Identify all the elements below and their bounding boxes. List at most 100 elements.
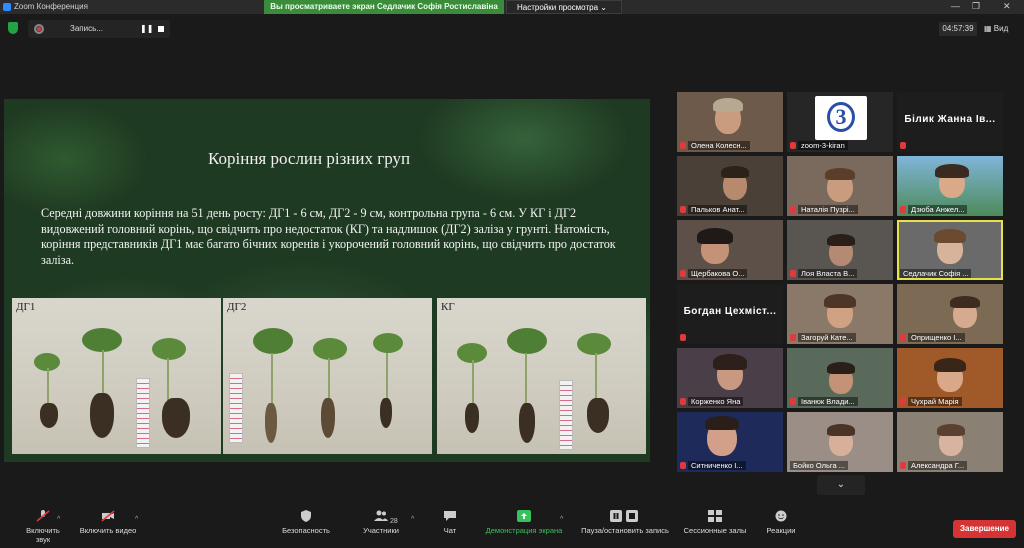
participant-name-large: Білик Жанна Ів... [904,114,996,125]
participants-icon [374,510,388,521]
participant-name: Александра Г... [908,461,968,470]
participant-tile[interactable]: Александра Г... [897,412,1003,472]
participant-tile[interactable]: Лоя Власта В... [787,220,893,280]
view-options-dropdown[interactable]: Настройки просмотра ⌄ [506,0,622,14]
muted-mic-icon [680,270,686,277]
shared-screen: Коріння рослин різних груп Середні довжи… [4,99,650,462]
muted-microphone-icon [36,510,50,522]
shield-icon[interactable] [8,22,18,34]
participant-tile[interactable]: Чухрай Марія [897,348,1003,408]
chat-bubble-icon [444,511,456,521]
participant-tile[interactable]: Іванюк Влади... [787,348,893,408]
participant-tile[interactable]: 3 zoom-3-kiran [787,92,893,152]
participant-tile[interactable]: Олена Колесн... [677,92,783,152]
participant-name: Ситниченко І... [688,461,746,470]
next-page-chevron-icon[interactable]: ⌄ [817,475,865,495]
security-button[interactable]: Безопасность [280,510,332,535]
participant-tile[interactable]: Корженко Яна [677,348,783,408]
participant-name: Корженко Яна [688,397,744,406]
breakout-rooms-button[interactable]: Сессионные залы [682,510,748,535]
participant-name: Наталія Пузрі... [798,205,858,214]
plant-photo-dg2: ДГ2 [223,298,432,454]
unmute-button[interactable]: Включить звук [18,510,68,544]
participant-tile[interactable]: Пальков Анат... [677,156,783,216]
participant-name: Бойко Ольга ... [790,461,849,470]
photo-label: ДГ1 [16,301,36,313]
participant-tile[interactable]: Бойко Ольга ... [787,412,893,472]
view-button[interactable]: ▦ Вид [984,22,1008,36]
muted-mic-icon [790,206,796,213]
muted-mic-icon [900,206,906,213]
close-button[interactable]: ✕ [1003,1,1011,12]
muted-mic-icon [790,142,796,149]
participant-tile[interactable]: Щербакова О... [677,220,783,280]
muted-mic-icon [900,398,906,405]
photo-label: ДГ2 [227,301,247,313]
participant-tile[interactable]: Наталія Пузрі... [787,156,893,216]
muted-mic-icon [680,206,686,213]
participant-name: Лоя Власта В... [798,269,858,278]
audio-options-caret[interactable]: ^ [57,516,60,523]
participant-name: Оприщенко І... [908,333,965,342]
participant-tile[interactable]: Ситниченко І... [677,412,783,472]
participant-name: Загоруй Кате... [798,333,856,342]
minimize-button[interactable]: — [951,1,960,11]
record-icon [34,24,44,34]
share-screen-button[interactable]: Демонстрация экрана [481,510,567,535]
stop-recording-button[interactable] [158,26,164,32]
chat-button[interactable]: Чат [436,510,464,535]
participant-name: Олена Колесн... [688,141,750,150]
participant-tile[interactable]: Дзюба Анжел... [897,156,1003,216]
participants-count: 28 [390,518,398,525]
school-logo: 3 [815,96,867,140]
muted-mic-icon [900,462,906,469]
zoom-logo-icon [3,3,11,11]
participant-tile[interactable]: Оприщенко І... [897,284,1003,344]
participants-options-caret[interactable]: ^ [411,516,414,523]
participant-tile[interactable]: Білик Жанна Ів... [897,92,1003,152]
viewing-screen-banner: Вы просматриваете экран Седлачик Софія Р… [264,0,504,14]
muted-mic-icon [790,270,796,277]
start-video-button[interactable]: Включить видео [76,510,140,535]
plant-photo-kg: КГ [437,298,646,454]
reactions-button[interactable]: Реакции [764,510,798,535]
muted-mic-icon [680,142,686,149]
view-label: Вид [993,24,1009,33]
participant-name: Пальков Анат... [688,205,748,214]
security-shield-icon [301,510,311,522]
photo-label: КГ [441,301,455,313]
plant-photo-dg1: ДГ1 [12,298,221,454]
muted-mic-icon [790,398,796,405]
participant-tile[interactable]: Загоруй Кате... [787,284,893,344]
pause-recording-button[interactable]: ❚❚ [140,20,153,38]
muted-mic-icon [680,462,686,469]
meeting-timer: 04:57:39 [939,22,977,36]
participant-name-large: Богдан Цехміст... [683,306,777,317]
participant-name: Чухрай Марія [908,397,962,406]
muted-mic-icon [680,334,686,341]
participant-name: zoom-3-kiran [798,141,848,150]
participant-name: Щербакова О... [688,269,748,278]
slide-title: Коріння рослин різних груп [208,149,411,168]
participant-tile[interactable]: Богдан Цехміст... [677,284,783,344]
share-options-caret[interactable]: ^ [560,516,563,523]
participant-name: Седлачик Софія ... [900,269,972,278]
slide-body: Середні довжини коріння на 51 день росту… [41,206,616,267]
smiley-icon [775,510,787,522]
video-options-caret[interactable]: ^ [135,516,138,523]
share-screen-icon [517,510,531,522]
muted-mic-icon [900,142,906,149]
participant-name: Іванюк Влади... [798,397,858,406]
muted-mic-icon [900,334,906,341]
participant-name: Дзюба Анжел... [908,205,968,214]
recording-panel: Запись... ❚❚ [28,20,170,38]
breakout-rooms-icon [708,510,722,522]
pause-stop-icon [610,510,638,522]
end-meeting-button[interactable]: Завершение [953,520,1016,538]
maximize-button[interactable]: ❐ [972,1,980,12]
participant-tile-active-speaker[interactable]: Седлачик Софія ... [897,220,1003,280]
muted-mic-icon [680,398,686,405]
pause-stop-recording-button[interactable]: Пауза/остановить запись [575,510,675,535]
grid-icon: ▦ [984,24,994,33]
muted-mic-icon [790,334,796,341]
